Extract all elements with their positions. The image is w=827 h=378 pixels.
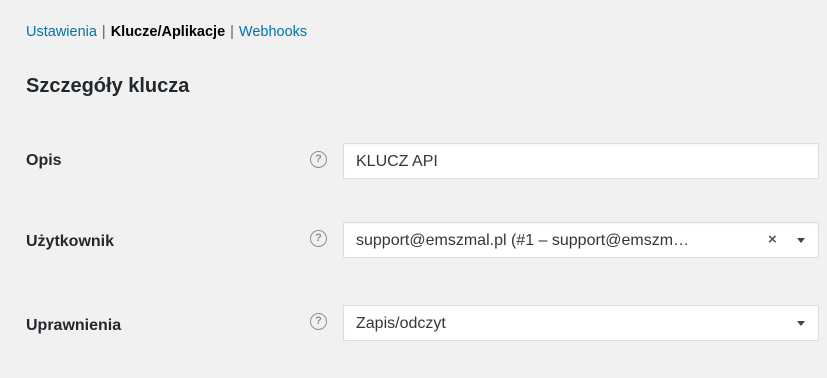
help-icon[interactable]: ? xyxy=(310,151,327,168)
help-icon[interactable]: ? xyxy=(310,313,327,330)
subnav-keys-current: Klucze/Aplikacje xyxy=(110,24,226,40)
form-row-user: Użytkownik ? support@emszmal.pl (#1 – su… xyxy=(0,222,827,258)
chevron-down-icon[interactable] xyxy=(797,321,805,326)
subnav-settings-link[interactable]: Ustawienia xyxy=(26,24,97,40)
user-select[interactable]: support@emszmal.pl (#1 – support@emszm… … xyxy=(343,222,819,258)
form-row-permissions: Uprawnienia ? Zapis/odczyt xyxy=(0,305,827,341)
subnav-separator: | xyxy=(101,24,106,40)
help-icon[interactable]: ? xyxy=(310,230,327,247)
user-select-value: support@emszmal.pl (#1 – support@emszm… xyxy=(356,232,690,249)
subnav-separator: | xyxy=(230,24,234,40)
permissions-select-value: Zapis/odczyt xyxy=(356,315,446,332)
description-label: Opis xyxy=(26,152,62,169)
chevron-down-icon[interactable] xyxy=(797,238,805,243)
section-title: Szczegóły klucza xyxy=(26,75,190,97)
subnav-webhooks-link[interactable]: Webhooks xyxy=(239,24,307,40)
description-input[interactable]: KLUCZ API xyxy=(343,143,819,179)
sub-navigation: Ustawienia | Klucze/Aplikacje | Webhooks xyxy=(26,22,307,42)
user-label: Użytkownik xyxy=(26,233,115,250)
permissions-label: Uprawnienia xyxy=(26,317,122,334)
form-row-description: Opis ? KLUCZ API xyxy=(0,143,827,179)
clear-selection-icon[interactable]: × xyxy=(768,230,777,250)
description-input-value: KLUCZ API xyxy=(356,153,438,170)
settings-page: Ustawienia | Klucze/Aplikacje | Webhooks Szc… xyxy=(0,0,827,378)
permissions-select[interactable]: Zapis/odczyt xyxy=(343,305,819,341)
